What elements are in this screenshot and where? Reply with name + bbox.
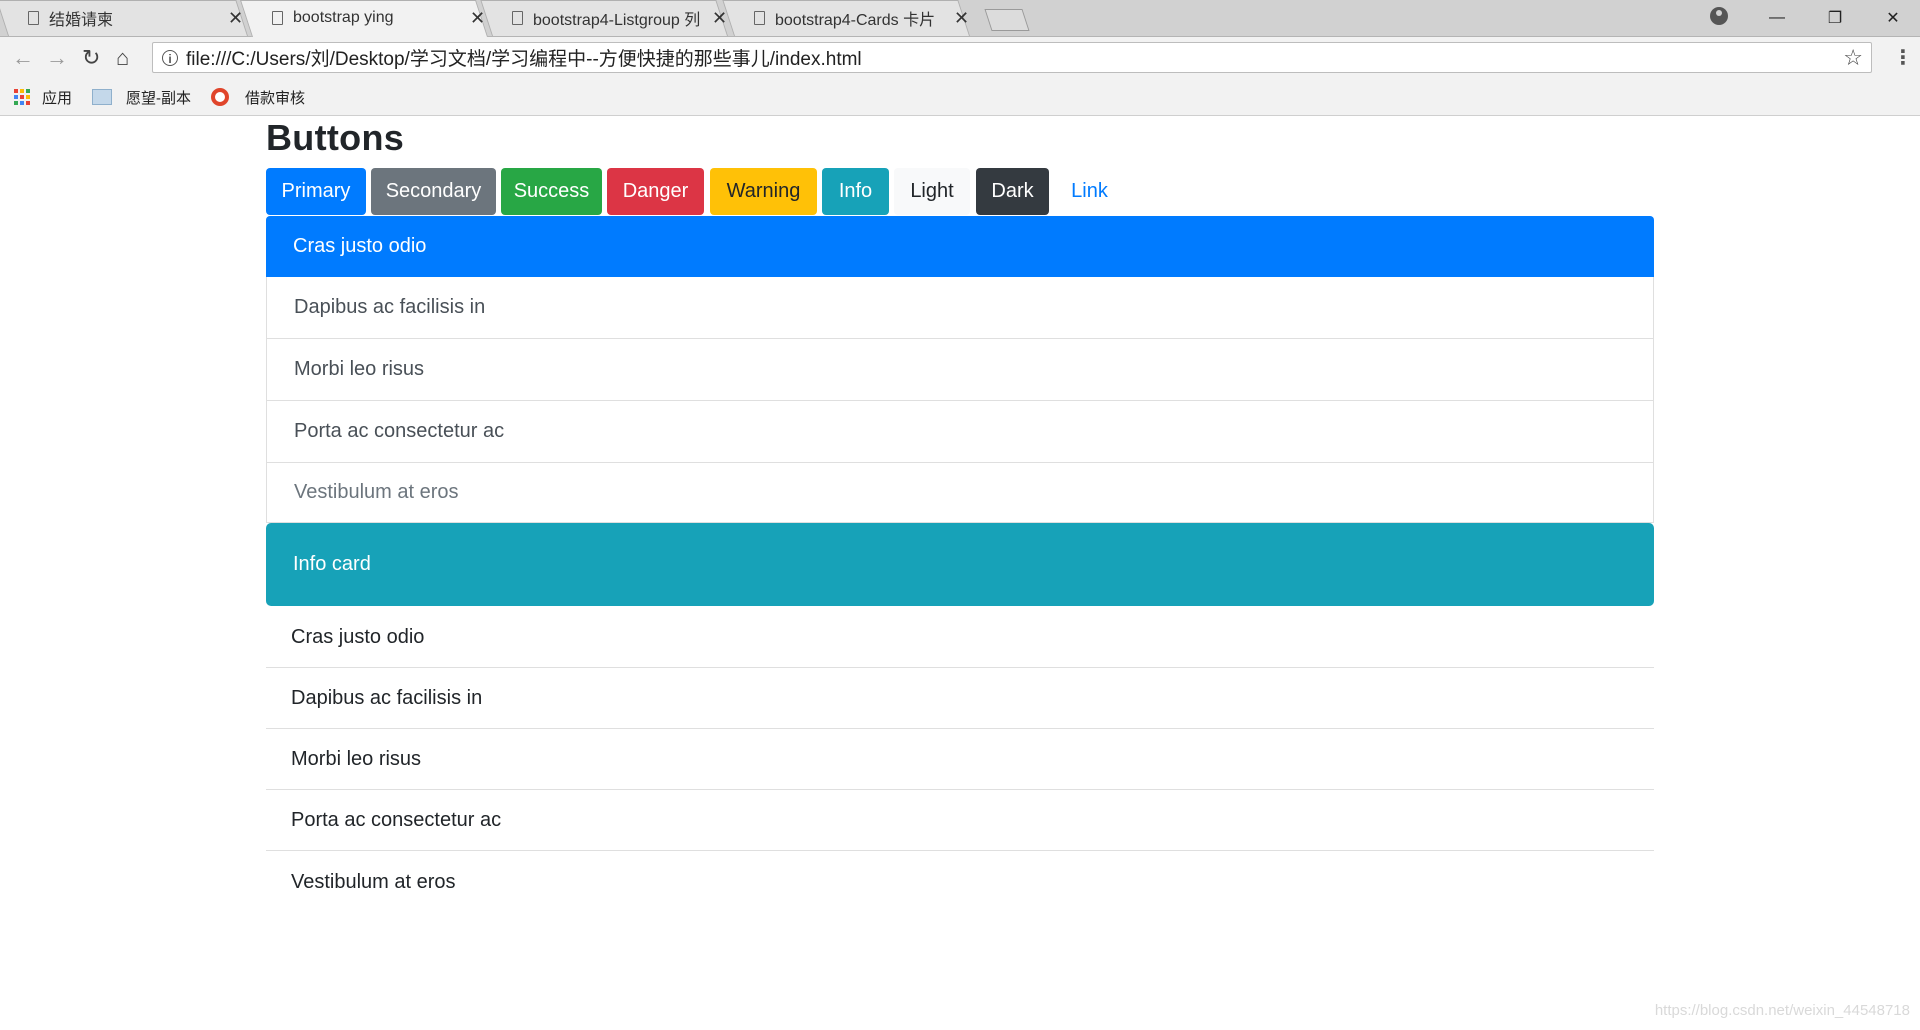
tab-2-active[interactable]: bootstrap ying (272, 0, 467, 36)
flush-list-item: Vestibulum at eros (291, 871, 456, 893)
tab-title: 结婚请柬 (49, 12, 114, 29)
list-item[interactable]: Dapibus ac facilisis in (266, 277, 1654, 339)
flush-list-item: Morbi leo risus (266, 729, 1654, 790)
reload-icon[interactable]: ↻ (82, 45, 100, 71)
browser-toolbar: ← → ↻ ⌂ i file:///C:/Users/刘/Desktop/学习文… (0, 37, 1920, 79)
minimize-button[interactable]: — (1748, 0, 1806, 36)
list-item-disabled: Vestibulum at eros (266, 463, 1654, 523)
flush-list-item: Dapibus ac facilisis in (266, 668, 1654, 729)
secondary-button[interactable]: Secondary (371, 168, 496, 215)
close-icon[interactable]: ✕ (228, 8, 243, 29)
link-button[interactable]: Link (1055, 168, 1124, 215)
close-icon[interactable]: ✕ (470, 8, 485, 29)
close-icon[interactable]: ✕ (712, 8, 727, 29)
target-icon (211, 88, 229, 106)
bookmark-loan-review[interactable]: 借款审核 (211, 79, 305, 115)
close-icon[interactable]: ✕ (954, 8, 969, 29)
primary-button[interactable]: Primary (266, 168, 366, 215)
menu-icon[interactable]: ⋮ (1893, 45, 1913, 70)
warning-button[interactable]: Warning (710, 168, 817, 215)
bookmark-label: 愿望-副本 (126, 89, 191, 107)
new-tab-button[interactable] (984, 9, 1030, 31)
dark-button[interactable]: Dark (976, 168, 1049, 215)
apps-grid-icon (14, 89, 30, 105)
success-button[interactable]: Success (501, 168, 602, 215)
close-window-button[interactable]: ✕ (1864, 0, 1920, 36)
url-text: file:///C:/Users/刘/Desktop/学习文档/学习编程中--方… (186, 49, 862, 70)
tab-4[interactable]: bootstrap4-Cards 卡片 (754, 0, 944, 36)
watermark: https://blog.csdn.net/weixin_44548718 (1654, 1002, 1910, 1019)
light-button[interactable]: Light (894, 168, 970, 215)
folder-icon (92, 89, 112, 105)
bookmark-apps[interactable]: 应用 (14, 79, 72, 115)
list-item-active[interactable]: Cras justo odio (266, 216, 1654, 277)
bookmarks-bar: 应用 愿望-副本 借款审核 (0, 79, 1920, 116)
profile-icon[interactable] (1710, 7, 1728, 25)
info-icon[interactable]: i (162, 49, 178, 66)
restore-button[interactable]: ❐ (1806, 0, 1864, 36)
tab-title: bootstrap ying (293, 9, 394, 26)
flush-list-item: Cras justo odio (266, 607, 1654, 668)
list-item[interactable]: Morbi leo risus (266, 339, 1654, 401)
address-bar[interactable]: i file:///C:/Users/刘/Desktop/学习文档/学习编程中-… (152, 42, 1872, 73)
tab-strip: 结婚请柬 ✕ bootstrap ying ✕ bootstrap4-Listg… (0, 0, 1920, 37)
tab-title: bootstrap4-Listgroup 列 (533, 12, 701, 29)
forward-icon[interactable]: → (46, 45, 68, 71)
document-icon (512, 11, 523, 25)
tab-title: bootstrap4-Cards 卡片 (775, 12, 936, 29)
document-icon (272, 11, 283, 25)
document-icon (28, 11, 39, 25)
info-button[interactable]: Info (822, 168, 889, 215)
bookmark-star-icon[interactable]: ☆ (1843, 45, 1863, 71)
info-card-header: Info card (266, 523, 1654, 606)
bookmark-label: 借款审核 (245, 89, 306, 107)
back-icon[interactable]: ← (12, 45, 34, 71)
bookmark-label: 应用 (42, 89, 73, 107)
bookmark-wish-copy[interactable]: 愿望-副本 (92, 79, 191, 115)
list-item[interactable]: Porta ac consectetur ac (266, 401, 1654, 463)
danger-button[interactable]: Danger (607, 168, 704, 215)
tab-1[interactable]: 结婚请柬 (28, 0, 228, 36)
home-icon[interactable]: ⌂ (116, 45, 129, 71)
tab-3[interactable]: bootstrap4-Listgroup 列 (512, 0, 702, 36)
page-title: Buttons (266, 117, 405, 158)
flush-list-item: Porta ac consectetur ac (266, 790, 1654, 851)
document-icon (754, 11, 765, 25)
